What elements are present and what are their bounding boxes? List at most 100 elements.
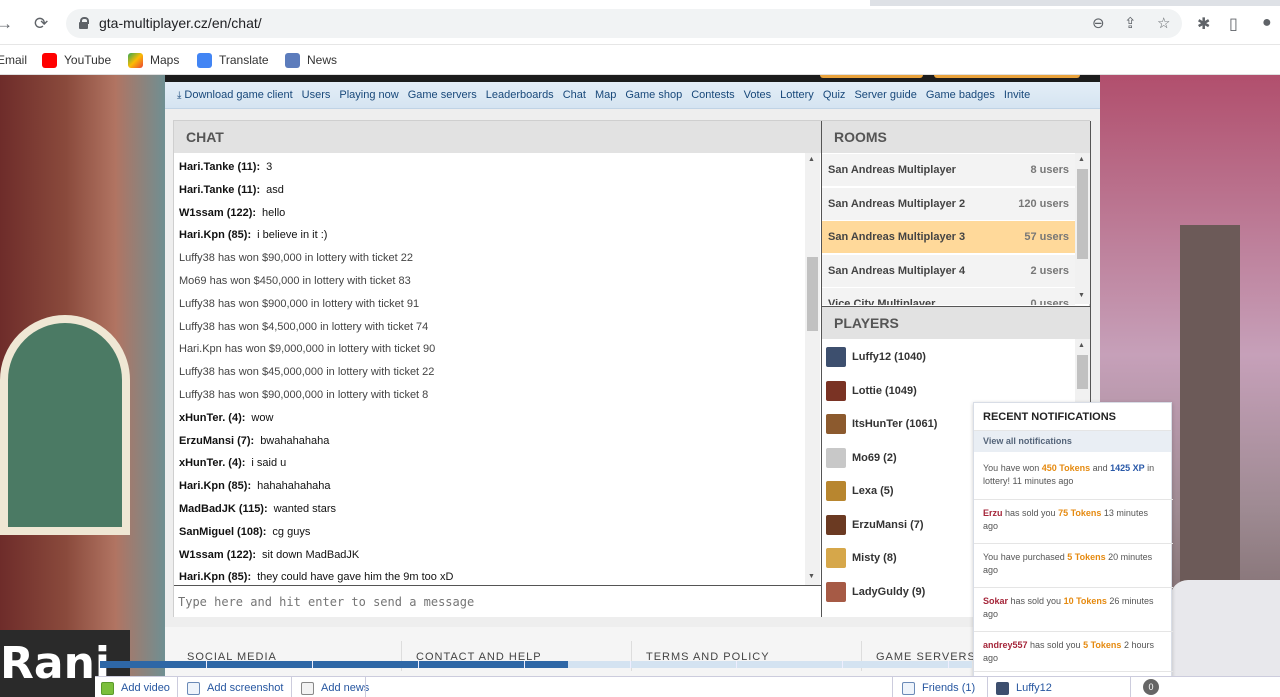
zoom-icon[interactable]: ⊖ bbox=[1092, 14, 1105, 32]
nav-quiz[interactable]: Quiz bbox=[823, 89, 846, 101]
lock-icon[interactable] bbox=[79, 17, 89, 29]
room-item[interactable]: San Andreas Multiplayer 8 users bbox=[822, 154, 1075, 187]
chat-message-text: Luffy38 has won $4,500,000 in lottery wi… bbox=[179, 320, 429, 333]
chat-message: Luffy38 has won $90,000,000 in lottery w… bbox=[179, 389, 428, 401]
url-text[interactable]: gta-multiplayer.cz/en/chat/ bbox=[99, 15, 262, 31]
chat-message-author[interactable]: xHunTer. (4): bbox=[179, 457, 245, 469]
chat-message-author[interactable]: W1ssam (122): bbox=[179, 549, 256, 561]
header-button[interactable] bbox=[934, 75, 1080, 78]
active-tab[interactable] bbox=[0, 0, 870, 6]
notification-item[interactable]: andrey557 has sold you 5 Tokens 2 hours … bbox=[974, 632, 1173, 672]
chat-message-author[interactable]: SanMiguel (108): bbox=[179, 526, 266, 538]
forward-icon[interactable]: → bbox=[0, 14, 13, 34]
player-item[interactable]: Lottie (1049) bbox=[826, 376, 917, 406]
add-video-button[interactable]: Add video bbox=[101, 680, 170, 696]
players-title: PLAYERS bbox=[834, 315, 899, 331]
chat-scroll-thumb[interactable] bbox=[807, 257, 818, 331]
share-icon[interactable]: ⇪ bbox=[1124, 14, 1137, 32]
notification-text: has sold you bbox=[1008, 596, 1064, 606]
rooms-scroll-thumb[interactable] bbox=[1077, 169, 1088, 259]
nav-contests[interactable]: Contests bbox=[691, 89, 734, 101]
bottom-toolbar: Add video Add screenshot Add news Friend… bbox=[95, 676, 1280, 697]
chat-message-text: Hari.Kpn has won $9,000,000 in lottery w… bbox=[179, 343, 436, 356]
room-item[interactable]: Vice City Multiplayer 0 users bbox=[822, 288, 1075, 306]
players-scroll-thumb[interactable] bbox=[1077, 355, 1088, 389]
scroll-down-icon[interactable]: ▼ bbox=[1078, 292, 1085, 299]
nav-users[interactable]: Users bbox=[302, 89, 331, 101]
header-button[interactable] bbox=[820, 75, 923, 78]
extensions-icon[interactable]: ✱ bbox=[1197, 14, 1210, 34]
chat-message-author[interactable]: MadBadJK (115): bbox=[179, 503, 268, 515]
player-item[interactable]: Luffy12 (1040) bbox=[826, 342, 926, 372]
player-item[interactable]: Mo69 (2) bbox=[826, 443, 897, 473]
add-news-button[interactable]: Add news bbox=[301, 680, 369, 696]
bookmark-maps[interactable]: Maps bbox=[128, 50, 179, 70]
user-profile-button[interactable]: Luffy12 bbox=[996, 680, 1052, 696]
chat-message-author[interactable]: Hari.Tanke (11): bbox=[179, 161, 260, 173]
notification-user[interactable]: andrey557 bbox=[983, 640, 1028, 650]
room-user-count: 57 users bbox=[1024, 231, 1069, 243]
player-item[interactable]: ItsHunTer (1061) bbox=[826, 409, 937, 439]
nav-playing-now[interactable]: Playing now bbox=[339, 89, 398, 101]
nav-game-shop[interactable]: Game shop bbox=[625, 89, 682, 101]
nav-lottery[interactable]: Lottery bbox=[780, 89, 814, 101]
notification-item[interactable]: You have won 450 Tokens and 1425 XP in l… bbox=[974, 455, 1173, 500]
nav-votes[interactable]: Votes bbox=[744, 89, 772, 101]
scroll-down-icon[interactable]: ▼ bbox=[808, 573, 815, 580]
nav-chat[interactable]: Chat bbox=[563, 89, 586, 101]
chat-message-author[interactable]: xHunTer. (4): bbox=[179, 412, 245, 424]
reload-icon[interactable]: ⟳ bbox=[34, 14, 48, 34]
bookmark-translate[interactable]: Translate bbox=[197, 50, 269, 70]
chat-message-author[interactable]: Hari.Kpn (85): bbox=[179, 480, 251, 492]
nav-download-client[interactable]: Download game client bbox=[184, 89, 292, 101]
chat-message-author[interactable]: W1ssam (122): bbox=[179, 207, 256, 219]
video-icon bbox=[101, 681, 114, 695]
notification-item[interactable]: Erzu has sold you 75 Tokens 13 minutes a… bbox=[974, 500, 1173, 544]
rooms-scrollbar[interactable]: ▲ ▼ bbox=[1075, 153, 1090, 304]
chat-message-text: Luffy38 has won $45,000,000 in lottery w… bbox=[179, 366, 435, 379]
nav-game-badges[interactable]: Game badges bbox=[926, 89, 995, 101]
player-item[interactable]: LadyGuldy (9) bbox=[826, 577, 925, 607]
notification-item[interactable]: You have purchased 5 Tokens 20 minutes a… bbox=[974, 544, 1173, 588]
notification-item[interactable]: Sokar has sold you 10 Tokens 26 minutes … bbox=[974, 588, 1173, 632]
view-all-notifications-link[interactable]: View all notifications bbox=[974, 431, 1171, 452]
scroll-up-icon[interactable]: ▲ bbox=[1078, 342, 1085, 349]
chat-message-input[interactable] bbox=[178, 592, 808, 612]
chat-message: SanMiguel (108): cg guys bbox=[179, 526, 310, 538]
download-icon[interactable]: ⤓ bbox=[177, 90, 181, 101]
star-icon[interactable]: ☆ bbox=[1157, 14, 1170, 32]
notification-user[interactable]: Erzu bbox=[983, 508, 1003, 518]
token-amount: 5 Tokens bbox=[1083, 640, 1122, 650]
chat-message-author[interactable]: Hari.Kpn (85): bbox=[179, 229, 251, 241]
scroll-up-icon[interactable]: ▲ bbox=[808, 156, 815, 163]
notification-user[interactable]: Sokar bbox=[983, 596, 1008, 606]
chat-message-author[interactable]: Hari.Kpn (85): bbox=[179, 571, 251, 583]
address-bar[interactable]: gta-multiplayer.cz/en/chat/ ⊖ ⇪ ☆ bbox=[66, 9, 1182, 38]
player-item[interactable]: Misty (8) bbox=[826, 543, 897, 573]
nav-invite[interactable]: Invite bbox=[1004, 89, 1030, 101]
nav-leaderboards[interactable]: Leaderboards bbox=[486, 89, 554, 101]
room-item[interactable]: San Andreas Multiplayer 3 57 users bbox=[822, 221, 1075, 254]
nav-server-guide[interactable]: Server guide bbox=[854, 89, 916, 101]
room-name: San Andreas Multiplayer bbox=[828, 164, 956, 176]
sidepanel-icon[interactable]: ▯ bbox=[1229, 14, 1238, 34]
bookmark-email[interactable]: Email bbox=[0, 50, 27, 70]
friends-button[interactable]: Friends (1) bbox=[902, 680, 975, 696]
chat-message-author[interactable]: ErzuMansi (7): bbox=[179, 435, 254, 447]
chat-messages[interactable]: Hari.Tanke (11): 3 Hari.Tanke (11): asd W1ss… bbox=[174, 153, 821, 585]
player-item[interactable]: ErzuMansi (7) bbox=[826, 510, 924, 540]
chat-scrollbar[interactable]: ▲ ▼ bbox=[805, 153, 820, 585]
nav-map[interactable]: Map bbox=[595, 89, 616, 101]
room-item[interactable]: San Andreas Multiplayer 2 120 users bbox=[822, 187, 1075, 221]
gear-icon[interactable]: 0 bbox=[1143, 679, 1159, 695]
chat-message-author[interactable]: Hari.Tanke (11): bbox=[179, 184, 260, 196]
player-item[interactable]: Lexa (5) bbox=[826, 476, 894, 506]
add-screenshot-button[interactable]: Add screenshot bbox=[187, 680, 283, 696]
room-item[interactable]: San Andreas Multiplayer 4 2 users bbox=[822, 254, 1075, 288]
profile-icon[interactable]: ● bbox=[1262, 14, 1272, 32]
nav-game-servers[interactable]: Game servers bbox=[408, 89, 477, 101]
progress-bar bbox=[100, 661, 972, 668]
scroll-up-icon[interactable]: ▲ bbox=[1078, 156, 1085, 163]
bookmark-news[interactable]: News bbox=[285, 50, 337, 70]
bookmark-youtube[interactable]: YouTube bbox=[42, 50, 111, 70]
